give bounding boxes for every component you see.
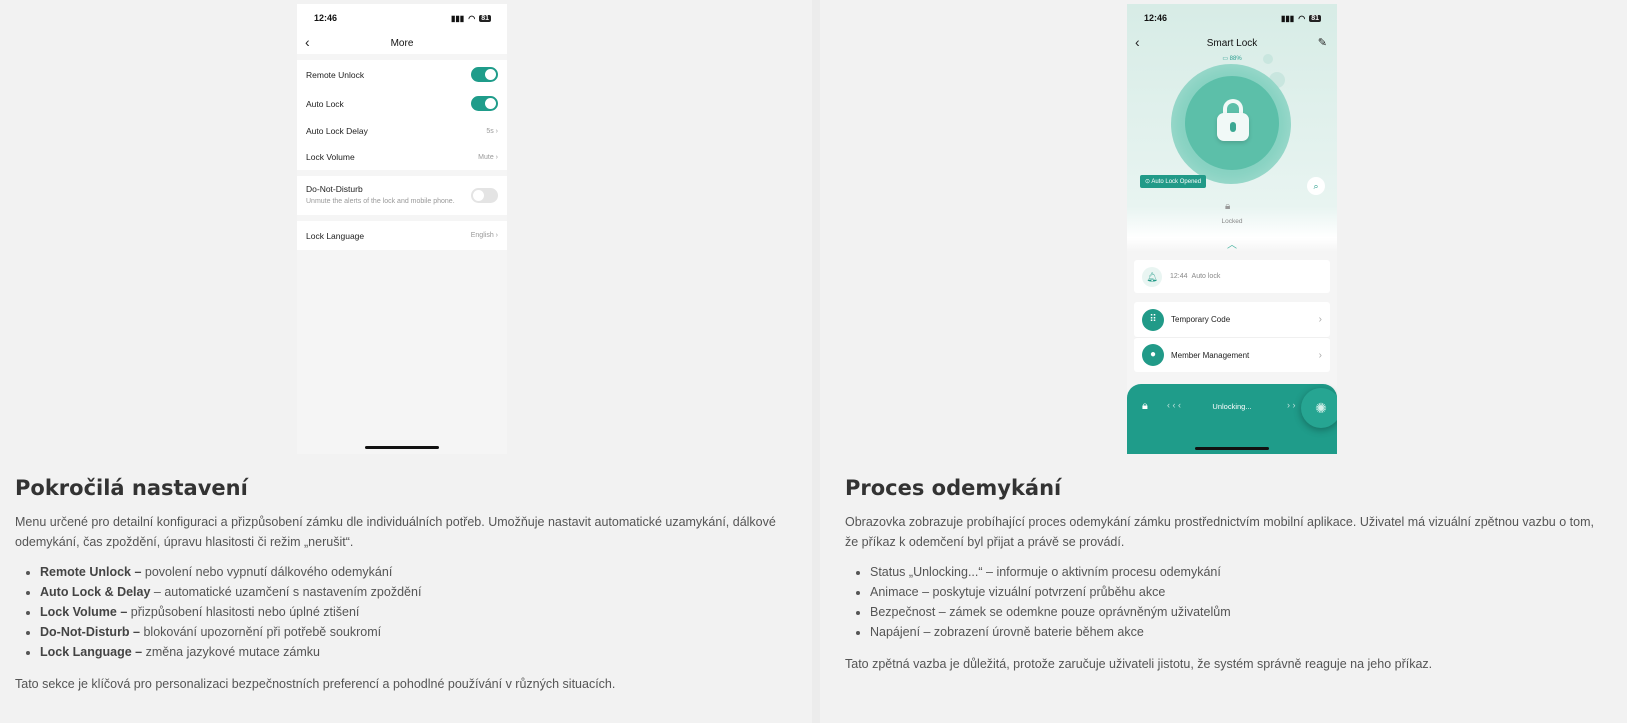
feature-list: Remote Unlock – povolení nebo vypnutí dá… xyxy=(40,562,795,662)
settings-group-language: Lock Language English › xyxy=(297,221,507,250)
section-heading: Proces odemykání xyxy=(845,476,1062,500)
decor-bubble xyxy=(1263,54,1273,64)
list-item: Animace – poskytuje vizuální potvrzení p… xyxy=(870,582,1605,602)
lock-language-label: Lock Language xyxy=(306,230,365,241)
page-title: More xyxy=(390,37,414,49)
row-lock-language[interactable]: Lock Language English › xyxy=(297,221,507,250)
smart-lock-screen: 12:46 ▮▮▮ ◠ 81 ‹ Smart Lock ✎ ▭ 88% ⊙ Au… xyxy=(1127,4,1337,454)
keypad-icon: ⠿ xyxy=(1142,308,1164,331)
spinner-icon[interactable]: ✺ xyxy=(1301,388,1337,428)
right-panel: 12:46 ▮▮▮ ◠ 81 ‹ Smart Lock ✎ ▭ 88% ⊙ Au… xyxy=(820,0,1627,723)
status-icons: ▮▮▮ ◠ 81 xyxy=(1281,14,1321,23)
auto-lock-label: Auto Lock xyxy=(306,98,344,109)
unlock-slider-bar[interactable]: 🔒︎ ‹ ‹ ‹ Unlocking... › › ✺ xyxy=(1127,384,1337,454)
lock-state-label: Locked xyxy=(1221,218,1243,225)
keyhole-icon xyxy=(1230,122,1236,132)
dnd-description: Unmute the alerts of the lock and mobile… xyxy=(306,198,455,205)
auto-lock-status-chip: ⊙ Auto Lock Opened xyxy=(1140,175,1207,188)
chevron-right-icon: › xyxy=(1318,314,1322,325)
last-event-card[interactable]: 🔔︎ 12:44 Auto lock xyxy=(1134,260,1330,293)
event-text: Auto lock xyxy=(1191,273,1221,280)
nav-bar: ‹ Smart Lock ✎ xyxy=(1127,32,1337,54)
row-lock-volume[interactable]: Lock Volume Mute › xyxy=(297,144,507,170)
status-time: 12:46 xyxy=(1144,13,1168,23)
list-item: Lock Volume – přizpůsobení hlasitosti ne… xyxy=(40,602,795,622)
row-do-not-disturb: Do-Not-Disturb Unmute the alerts of the … xyxy=(297,176,507,215)
list-item: Auto Lock & Delay – automatické uzamčení… xyxy=(40,582,795,602)
section-outro: Tato sekce je klíčová pro personalizaci … xyxy=(15,677,616,691)
menu-member-management[interactable]: ● Member Management › xyxy=(1134,337,1330,372)
menu-label: Member Management xyxy=(1171,350,1250,360)
chevron-right-icon: › xyxy=(1318,349,1322,361)
lock-volume-label: Lock Volume xyxy=(306,152,355,162)
row-remote-unlock: Remote Unlock xyxy=(297,60,507,89)
battery-icon: 81 xyxy=(479,14,491,22)
search-icon[interactable]: ⌕ xyxy=(1307,177,1325,195)
wifi-icon: ◠ xyxy=(1298,13,1306,23)
section-intro: Menu určené pro detailní konfiguraci a p… xyxy=(15,515,776,549)
remote-unlock-label: Remote Unlock xyxy=(306,69,365,80)
chevron-up-icon[interactable]: ︿ xyxy=(1127,236,1337,251)
settings-group-main: Remote Unlock Auto Lock Auto Lock Delay … xyxy=(297,60,507,170)
section-heading: Pokročilá nastavení xyxy=(15,476,248,500)
event-time: 12:44 xyxy=(1170,273,1188,280)
home-indicator xyxy=(365,446,439,449)
status-icons: ▮▮▮ ◠ 81 xyxy=(451,14,491,23)
dnd-toggle[interactable] xyxy=(471,188,498,203)
menu-temporary-code[interactable]: ⠿ Temporary Code › xyxy=(1134,302,1330,337)
status-bar: 12:46 ▮▮▮ ◠ 81 xyxy=(297,4,507,32)
edit-icon[interactable]: ✎ xyxy=(1318,36,1327,49)
battery-icon: 81 xyxy=(1309,14,1321,22)
page-title: Smart Lock xyxy=(1206,37,1258,49)
back-icon[interactable]: ‹ xyxy=(1135,34,1140,50)
auto-lock-delay-value: 5s › xyxy=(486,127,498,135)
section-intro: Obrazovka zobrazuje probíhající proces o… xyxy=(845,515,1594,549)
nav-bar: ‹ More xyxy=(297,32,507,54)
row-auto-lock: Auto Lock xyxy=(297,89,507,118)
arrows-right-icon: › › xyxy=(1287,400,1296,410)
signal-icon: ▮▮▮ xyxy=(451,13,465,23)
wifi-icon: ◠ xyxy=(468,13,476,23)
list-item: Status „Unlocking...“ – informuje o akti… xyxy=(870,562,1605,582)
row-auto-lock-delay[interactable]: Auto Lock Delay 5s › xyxy=(297,118,507,144)
signal-icon: ▮▮▮ xyxy=(1281,13,1295,23)
dnd-label: Do-Not-Disturb xyxy=(306,184,363,194)
remote-unlock-toggle[interactable] xyxy=(471,67,498,82)
lock-volume-value: Mute › xyxy=(478,153,498,161)
more-screen: 12:46 ▮▮▮ ◠ 81 ‹ More Remote Unlock Auto… xyxy=(297,4,507,454)
list-item: Bezpečnost – zámek se odemkne pouze oprá… xyxy=(870,602,1605,622)
auto-lock-toggle[interactable] xyxy=(471,96,498,111)
menu-label: Temporary Code xyxy=(1171,315,1231,324)
list-item: Remote Unlock – povolení nebo vypnutí dá… xyxy=(40,562,795,582)
right-description: Proces odemykání Obrazovka zobrazuje pro… xyxy=(845,476,1605,674)
lock-battery-level: ▭ 88% xyxy=(1222,56,1242,62)
back-icon[interactable]: ‹ xyxy=(305,34,310,50)
bell-icon: 🔔︎ xyxy=(1142,266,1162,287)
status-time: 12:46 xyxy=(314,13,338,23)
auto-lock-delay-label: Auto Lock Delay xyxy=(306,126,368,136)
list-item: Napájení – zobrazení úrovně baterie běhe… xyxy=(870,622,1605,642)
section-outro: Tato zpětná vazba je důležitá, protože z… xyxy=(845,657,1433,671)
settings-group-dnd: Do-Not-Disturb Unmute the alerts of the … xyxy=(297,176,507,215)
user-icon: ● xyxy=(1142,344,1164,366)
lock-language-value: English › xyxy=(470,232,498,239)
list-item: Do-Not-Disturb – blokování upozornění př… xyxy=(40,622,795,642)
status-bar: 12:46 ▮▮▮ ◠ 81 xyxy=(1127,4,1337,32)
list-item: Lock Language – změna jazykové mutace zá… xyxy=(40,642,795,662)
left-description: Pokročilá nastavení Menu určené pro deta… xyxy=(15,476,795,694)
home-indicator xyxy=(1195,447,1269,450)
small-lock-icon: 🔒︎ xyxy=(1225,201,1231,212)
feature-list: Status „Unlocking...“ – informuje o akti… xyxy=(870,562,1605,642)
left-panel: 12:46 ▮▮▮ ◠ 81 ‹ More Remote Unlock Auto… xyxy=(0,0,812,723)
